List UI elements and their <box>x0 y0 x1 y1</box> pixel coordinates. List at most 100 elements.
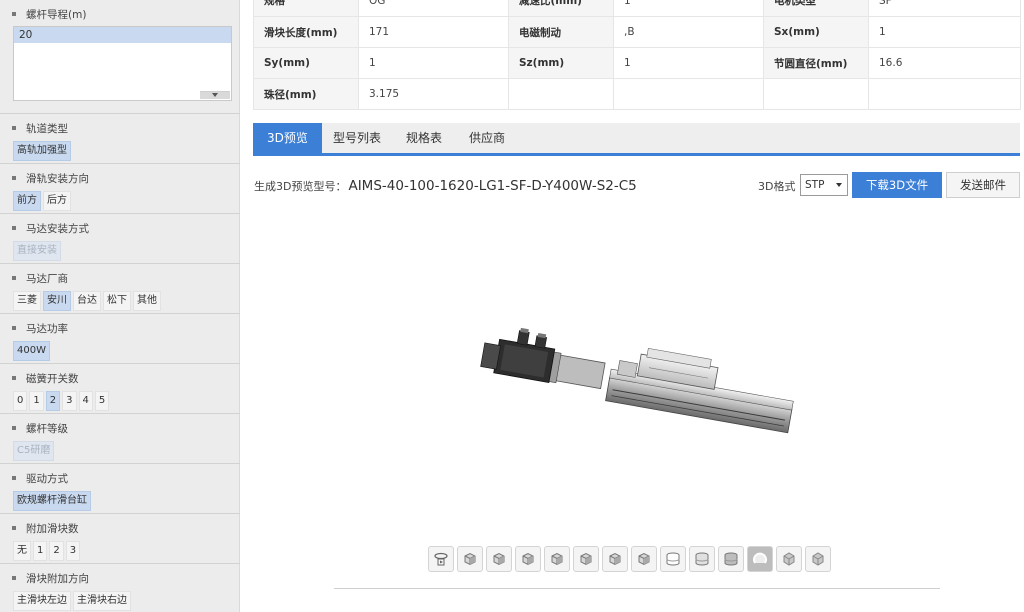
shaded-icon[interactable] <box>747 546 773 572</box>
option-switch-3[interactable]: 3 <box>62 391 77 411</box>
iso-view-icon <box>464 552 476 566</box>
option-slider-1[interactable]: 1 <box>33 541 48 561</box>
section-icon <box>812 552 824 566</box>
filter-title: 滑轨安装方向 <box>12 172 89 186</box>
tab-model-list[interactable]: 型号列表 <box>333 123 381 153</box>
option-switch-2[interactable]: 2 <box>45 391 61 411</box>
option-main-slider-left[interactable]: 主滑块左边 <box>13 591 71 611</box>
option-switch-4[interactable]: 4 <box>78 391 93 411</box>
filter-sidebar: 螺杆导程(m) 20 轨道类型 高轨加强型 滑轨安装方向 前方 后方 马达安装方… <box>0 0 240 612</box>
scroll-down-icon[interactable] <box>200 91 230 99</box>
spec-value <box>868 78 1021 110</box>
left-view-icon[interactable] <box>544 546 570 572</box>
left-view-icon <box>551 552 563 566</box>
option-400w[interactable]: 400W <box>13 341 50 361</box>
tab-spec-sheet[interactable]: 规格表 <box>406 123 442 153</box>
option-other[interactable]: 其他 <box>133 291 161 311</box>
explode-icon <box>783 552 795 566</box>
spec-key: 滑块长度(mm) <box>253 16 359 48</box>
format-select[interactable]: STP <box>800 174 848 196</box>
option-switch-5[interactable]: 5 <box>94 391 110 411</box>
filter-drive-type: 驱动方式 欧规螺杆滑台缸 <box>0 464 240 514</box>
option-switch-1[interactable]: 1 <box>29 391 44 411</box>
filter-title: 螺杆导程(m) <box>12 8 86 22</box>
option-group: 无 1 2 3 <box>13 541 81 561</box>
tab-3d-preview[interactable]: 3D预览 <box>253 123 322 153</box>
front-view-icon[interactable] <box>486 546 512 572</box>
option-yaskawa[interactable]: 安川 <box>43 291 71 311</box>
iso-view-icon[interactable] <box>457 546 483 572</box>
shaded-edges-icon <box>724 552 738 566</box>
bottom-view-icon <box>638 552 650 566</box>
filter-title: 滑块附加方向 <box>12 572 89 586</box>
option-euro-screw-slide[interactable]: 欧规螺杆滑台缸 <box>13 491 91 511</box>
spec-value: 1 <box>613 47 764 79</box>
listbox-item-selected[interactable]: 20 <box>14 27 231 43</box>
filter-screw-grade: 螺杆等级 C5研磨 <box>0 414 240 464</box>
explode-icon[interactable] <box>776 546 802 572</box>
option-main-slider-right[interactable]: 主滑块右边 <box>73 591 131 611</box>
preview-model-label: 生成3D预览型号： AIMS-40-100-1620-LG1-SF-D-Y400W… <box>254 178 637 194</box>
rotate-icon[interactable] <box>428 546 454 572</box>
hidden-line-icon[interactable] <box>689 546 715 572</box>
filter-rail-mount-direction: 滑轨安装方向 前方 后方 <box>0 164 240 214</box>
option-rear[interactable]: 后方 <box>43 191 71 211</box>
option-switch-0[interactable]: 0 <box>13 391 28 411</box>
spec-value: OG <box>358 0 509 17</box>
format-label: 3D格式 <box>758 180 796 193</box>
filter-title: 马达功率 <box>12 322 68 336</box>
filter-motor-maker: 马达厂商 三菱 安川 台达 松下 其他 <box>0 264 240 314</box>
option-slider-3[interactable]: 3 <box>65 541 81 561</box>
spec-key: 减速比(mm) <box>508 0 614 17</box>
option-slider-2[interactable]: 2 <box>49 541 64 561</box>
spec-value: ,B <box>613 16 764 48</box>
spec-row: Sy(mm) 1 Sz(mm) 1 节圆直径(mm) 16.6 <box>253 47 1021 79</box>
option-panasonic[interactable]: 松下 <box>103 291 131 311</box>
spec-table: 规格 OG 减速比(mm) 1 电机类型 SF 滑块长度(mm) 171 电磁制动 ,B Sx(mm… <box>253 0 1021 110</box>
tab-supplier[interactable]: 供应商 <box>469 123 505 153</box>
option-none[interactable]: 无 <box>13 541 31 561</box>
screw-lead-listbox[interactable]: 20 <box>13 26 232 101</box>
bottom-view-icon[interactable] <box>631 546 657 572</box>
option-delta[interactable]: 台达 <box>73 291 101 311</box>
back-view-icon[interactable] <box>515 546 541 572</box>
filter-title: 附加滑块数 <box>12 522 79 536</box>
spec-key: Sy(mm) <box>253 47 359 79</box>
filter-title: 轨道类型 <box>12 122 68 136</box>
filter-title: 马达厂商 <box>12 272 68 286</box>
send-email-button[interactable]: 发送邮件 <box>946 172 1020 198</box>
option-group: 欧规螺杆滑台缸 <box>13 491 91 511</box>
filter-screw-lead: 螺杆导程(m) 20 <box>0 0 240 114</box>
spec-key: 规格 <box>253 0 359 17</box>
option-direct-mount[interactable]: 直接安装 <box>13 241 61 261</box>
filter-rail-type: 轨道类型 高轨加强型 <box>0 114 240 164</box>
viewer-toolbar <box>428 546 831 572</box>
section-icon[interactable] <box>805 546 831 572</box>
option-front[interactable]: 前方 <box>13 191 41 211</box>
3d-viewer[interactable] <box>253 205 1020 540</box>
filter-motor-power: 马达功率 400W <box>0 314 240 364</box>
spec-key: 珠径(mm) <box>253 78 359 110</box>
top-view-icon[interactable] <box>602 546 628 572</box>
wireframe-icon <box>666 552 680 566</box>
spec-key: 电机类型 <box>763 0 869 17</box>
back-view-icon <box>522 552 534 566</box>
shaded-edges-icon[interactable] <box>718 546 744 572</box>
option-c5-ground[interactable]: C5研磨 <box>13 441 55 461</box>
spec-key: 电磁制动 <box>508 16 614 48</box>
wireframe-icon[interactable] <box>660 546 686 572</box>
filter-extra-slider-count: 附加滑块数 无 1 2 3 <box>0 514 240 564</box>
option-group: 400W <box>13 341 50 361</box>
right-view-icon[interactable] <box>573 546 599 572</box>
filter-motor-mount: 马达安装方式 直接安装 <box>0 214 240 264</box>
option-mitsubishi[interactable]: 三菱 <box>13 291 41 311</box>
spec-key: Sz(mm) <box>508 47 614 79</box>
spec-key: 节圆直径(mm) <box>763 47 869 79</box>
spec-key <box>508 78 614 110</box>
option-rail-type-high[interactable]: 高轨加强型 <box>13 141 71 161</box>
spec-value: 3.175 <box>358 78 509 110</box>
filter-title: 马达安装方式 <box>12 222 89 236</box>
download-3d-button[interactable]: 下载3D文件 <box>852 172 942 198</box>
divider <box>334 588 940 589</box>
spec-row: 规格 OG 减速比(mm) 1 电机类型 SF <box>253 0 1021 17</box>
